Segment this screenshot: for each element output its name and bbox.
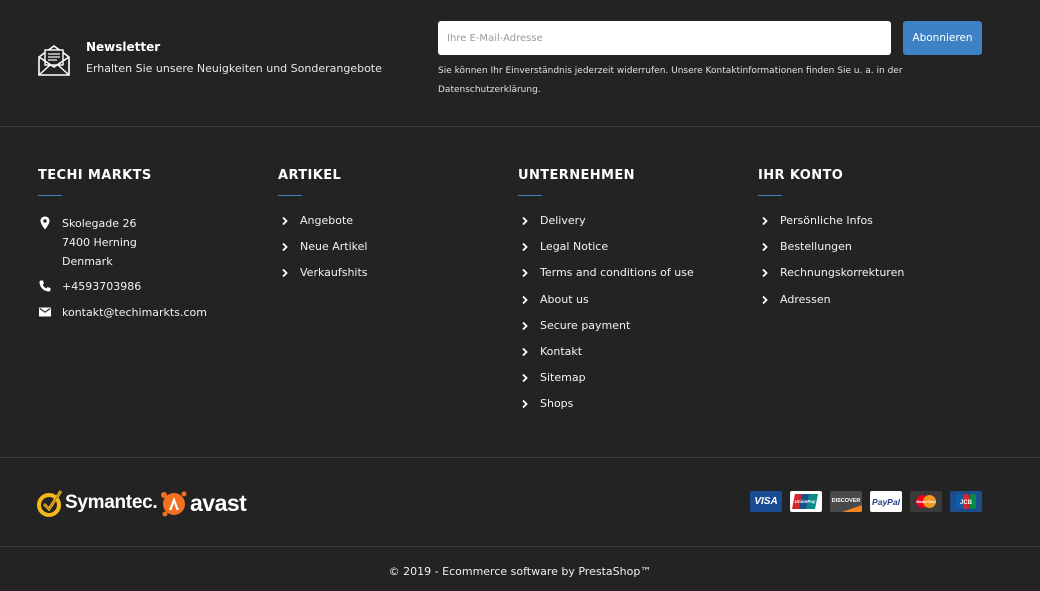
footer-link-orders[interactable]: Bestellungen [758,240,998,266]
jcb-card-icon: JCB [950,491,982,512]
footer-link-sitemap[interactable]: Sitemap [518,371,758,397]
symantec-logo: Symantec. [37,487,158,519]
chevron-right-icon [282,269,288,278]
chevron-right-icon [522,321,528,330]
chevron-right-icon [282,243,288,252]
payment-methods: VISA UnionPay DISCOVER PayPal MasterCard [750,491,982,512]
footer-link-shops[interactable]: Shops [518,397,758,423]
newsletter-subtitle: Erhalten Sie unsere Neuigkeiten und Sond… [86,62,382,75]
chevron-right-icon [762,216,768,226]
footer-link-legal-notice[interactable]: Legal Notice [518,240,758,266]
svg-text:MasterCard: MasterCard [916,500,935,504]
title-underline [758,195,782,196]
store-email: kontakt@techimarkts.com [38,303,278,322]
copyright-text[interactable]: © 2019 - Ecommerce software by PrestaSho… [0,565,1040,578]
chevron-right-icon [762,243,768,252]
chevron-right-icon [522,347,528,357]
articles-title: ARTIKEL [278,168,342,183]
articles-column: ARTIKEL Angebote Neue Artikel Verkaufshi… [278,168,518,293]
title-underline [518,195,542,196]
footer-link-secure-payment[interactable]: Secure payment [518,319,758,345]
company-column: UNTERNEHMEN Delivery Legal Notice Terms … [518,168,758,424]
footer-link-delivery[interactable]: Delivery [518,214,758,240]
newsletter-title: Newsletter [86,40,161,54]
chevron-right-icon [762,269,768,278]
footer-link-about-us[interactable]: About us [518,293,758,319]
footer-link-offers[interactable]: Angebote [278,214,518,240]
footer-link-contact[interactable]: Kontakt [518,345,758,371]
chevron-right-icon [522,269,528,278]
chevron-right-icon [522,295,528,304]
footer-link-addresses[interactable]: Adressen [758,293,998,319]
trust-badges-row: Symantec. avast VISA UnionPay DISCOVER P… [0,457,1040,547]
footer-link-credit-slips[interactable]: Rechnungskorrekturen [758,266,998,292]
svg-text:JCB: JCB [960,500,973,506]
mail-icon [39,307,51,317]
symantec-wordmark: Symantec. [65,492,158,513]
visa-card-icon: VISA [750,491,782,512]
footer-link-bestsellers[interactable]: Verkaufshits [278,266,518,292]
chevron-right-icon [282,216,288,226]
symantec-check-icon [37,490,63,517]
chevron-right-icon [522,373,528,383]
newsletter-section: Newsletter Erhalten Sie unsere Neuigkeit… [0,0,1040,127]
unionpay-card-icon: UnionPay [790,491,822,512]
chevron-right-icon [522,216,528,226]
map-pin-icon [40,216,50,230]
store-info-column: TECHI MARKTS Skolegade 26 7400 Herning D… [38,168,278,329]
store-phone: +4593703986 [38,277,278,296]
footer-link-personal-info[interactable]: Persönliche Infos [758,214,998,240]
address-line: 7400 Herning [62,236,137,249]
account-title: IHR KONTO [758,168,844,183]
phone-number: +4593703986 [62,280,142,293]
address-line: Skolegade 26 [62,217,137,230]
footer-link-terms[interactable]: Terms and conditions of use [518,266,758,292]
avast-logo: avast [160,487,247,519]
discover-card-icon: DISCOVER [830,491,862,512]
avast-wordmark: avast [190,489,247,516]
email-link[interactable]: kontakt@techimarkts.com [62,306,207,319]
company-title: UNTERNEHMEN [518,168,635,183]
phone-icon [39,280,51,292]
footer-link-new-products[interactable]: Neue Artikel [278,240,518,266]
newsletter-consent-note: Sie können Ihr Einverständnis jederzeit … [438,66,903,95]
envelope-open-icon [38,45,70,76]
chevron-right-icon [522,243,528,252]
newsletter-email-input[interactable] [438,21,891,55]
title-underline [38,195,62,196]
account-column: IHR KONTO Persönliche Infos Bestellungen… [758,168,998,319]
svg-text:UnionPay: UnionPay [795,499,816,504]
address-line: Denmark [62,255,113,268]
chevron-right-icon [762,295,768,304]
paypal-card-icon: PayPal [870,491,902,512]
svg-text:DISCOVER: DISCOVER [832,498,861,504]
avast-a-icon [161,491,187,517]
title-underline [278,195,302,196]
mastercard-card-icon: MasterCard [910,491,942,512]
store-address: Skolegade 26 7400 Herning Denmark [38,214,278,271]
chevron-right-icon [522,400,528,409]
subscribe-button[interactable]: Abonnieren [903,21,982,55]
store-title: TECHI MARKTS [38,168,152,183]
